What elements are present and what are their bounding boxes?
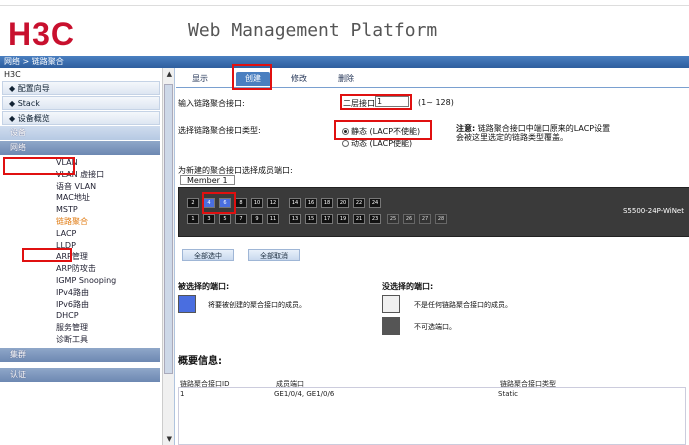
uplink-port[interactable]: 28	[435, 214, 447, 224]
switch-port[interactable]: 11	[267, 214, 279, 224]
highlight-agg-input	[340, 94, 412, 110]
highlight-network-section	[3, 157, 75, 175]
summary-title: 概要信息:	[178, 356, 222, 367]
highlight-create-tab	[232, 64, 272, 90]
sidebar-group-overview[interactable]: ◆ 设备概览	[2, 111, 160, 125]
member-tab[interactable]: Member 1	[180, 175, 235, 185]
scroll-thumb[interactable]	[164, 84, 173, 374]
sidebar-scrollbar[interactable]: ▲ ▼	[162, 68, 174, 445]
highlight-link-aggregation	[22, 248, 72, 262]
highlight-selected-ports	[202, 192, 236, 214]
uplink-port[interactable]: 27	[419, 214, 431, 224]
type-dynamic-label: 动态 (LACP使能)	[351, 139, 413, 148]
selected-ports-title: 被选择的端口:	[178, 282, 230, 291]
agg-type-label: 选择链路聚合接口类型:	[178, 126, 261, 135]
tab-display[interactable]: 显示	[184, 72, 216, 86]
switch-port[interactable]: 8	[235, 198, 247, 208]
sidebar-item-ipv4[interactable]: IPv4路由	[0, 287, 174, 299]
sidebar-group-wizard[interactable]: ◆ 配置向导	[2, 81, 160, 95]
unselectable-text: 不可选端口。	[414, 323, 456, 331]
switch-port[interactable]: 15	[305, 214, 317, 224]
uplink-port[interactable]: 25	[387, 214, 399, 224]
switch-port[interactable]: 22	[353, 198, 365, 208]
switch-port[interactable]: 14	[289, 198, 301, 208]
switch-port[interactable]: 16	[305, 198, 317, 208]
select-all-button[interactable]: 全部选中	[182, 249, 234, 261]
switch-port[interactable]: 10	[251, 198, 263, 208]
sidebar-root[interactable]: H3C	[0, 68, 174, 80]
sidebar-item-lacp[interactable]: LACP	[0, 228, 174, 240]
switch-port[interactable]: 1	[187, 214, 199, 224]
highlight-static-radio	[334, 120, 432, 140]
uplink-port[interactable]: 26	[403, 214, 415, 224]
sidebar-item-igmp[interactable]: IGMP Snooping	[0, 275, 174, 287]
sidebar-item-ipv6[interactable]: IPv6路由	[0, 299, 174, 311]
switch-port[interactable]: 13	[289, 214, 301, 224]
unselected-port-swatch	[382, 295, 400, 313]
header: H3C Web Management Platform	[0, 6, 689, 56]
breadcrumb: 网络 > 链路聚合	[0, 56, 689, 68]
type-note: 注意: 链路聚合接口中端口原来的LACP设置会被这里选定的链路类型覆盖。	[456, 124, 616, 142]
switch-port[interactable]: 24	[369, 198, 381, 208]
selected-port-swatch	[178, 295, 196, 313]
sidebar-item-mac[interactable]: MAC地址	[0, 192, 174, 204]
sidebar-section-device[interactable]: 设备	[0, 126, 160, 140]
selected-port-text: 将要被创建的聚合接口的成员。	[208, 301, 306, 309]
switch-port[interactable]: 7	[235, 214, 247, 224]
sidebar-item-voice-vlan[interactable]: 语音 VLAN	[0, 181, 174, 193]
switch-port[interactable]: 17	[321, 214, 333, 224]
sidebar-item-arp-attack[interactable]: ARP防攻击	[0, 263, 174, 275]
switch-port[interactable]: 21	[353, 214, 365, 224]
row-agg-id: 1	[180, 390, 185, 398]
table-row[interactable]: 1 GE1/0/4, GE1/0/6 Static	[178, 388, 686, 400]
unselected-ports-title: 没选择的端口:	[382, 282, 434, 291]
unselectable-port-swatch	[382, 317, 400, 335]
sidebar-item-diagnostic[interactable]: 诊断工具	[0, 334, 174, 346]
scroll-up-icon[interactable]: ▲	[167, 70, 172, 78]
sidebar-section-auth[interactable]: 认证	[0, 367, 160, 382]
type-note-text: 链路聚合接口中端口原来的LACP设置会被这里选定的链路类型覆盖。	[456, 124, 611, 142]
sidebar-item-dhcp[interactable]: DHCP	[0, 310, 174, 322]
sidebar-section-cluster[interactable]: 集群	[0, 347, 160, 362]
switch-port[interactable]: 5	[219, 214, 231, 224]
tab-modify[interactable]: 修改	[284, 72, 314, 86]
platform-title: Web Management Platform	[188, 20, 438, 41]
switch-port[interactable]: 9	[251, 214, 263, 224]
switch-port[interactable]: 12	[267, 198, 279, 208]
sidebar-section-network[interactable]: 网络	[0, 141, 160, 155]
switch-port[interactable]: 19	[337, 214, 349, 224]
main-panel: 显示 创建 修改 删除 输入链路聚合接口: 二层接口 1 (1~ 128) 选择…	[176, 68, 689, 445]
agg-interface-range: (1~ 128)	[418, 98, 454, 107]
agg-interface-label: 输入链路聚合接口:	[178, 99, 245, 108]
tab-delete[interactable]: 删除	[331, 72, 361, 86]
scroll-down-icon[interactable]: ▼	[167, 435, 172, 443]
h3c-logo: H3C	[8, 16, 76, 52]
row-agg-type: Static	[498, 390, 519, 398]
switch-port[interactable]: 23	[369, 214, 381, 224]
sidebar-item-link-aggregation[interactable]: 链路聚合	[0, 216, 174, 228]
sidebar-item-mstp[interactable]: MSTP	[0, 204, 174, 216]
switch-port[interactable]: 18	[321, 198, 333, 208]
type-note-bold: 注意:	[456, 124, 476, 133]
switch-front-panel: 2 4 6 8 10 12 14 16 18 20 22 24 1 3 5 7 9 11 13 15 17 19 21 23…	[178, 187, 689, 237]
not-member-text: 不是任何链路聚合接口的成员。	[414, 301, 512, 309]
switch-port[interactable]: 3	[203, 214, 215, 224]
deselect-all-button[interactable]: 全部取消	[248, 249, 300, 261]
switch-port[interactable]: 20	[337, 198, 349, 208]
sidebar-group-stack[interactable]: ◆ Stack	[2, 96, 160, 110]
switch-port[interactable]: 2	[187, 198, 199, 208]
radio-dynamic-icon[interactable]	[342, 140, 349, 147]
sidebar-item-service[interactable]: 服务管理	[0, 322, 174, 334]
row-member-ports: GE1/0/4, GE1/0/6	[274, 390, 335, 398]
switch-model: S5500-24P-WiNet	[622, 207, 684, 215]
